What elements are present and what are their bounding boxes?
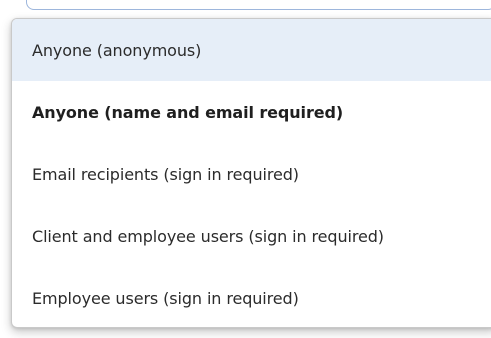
option-anyone-anonymous[interactable]: Anyone (anonymous) (12, 19, 491, 81)
option-client-and-employee-users[interactable]: Client and employee users (sign in requi… (12, 205, 491, 267)
access-dropdown-view: Anyone (anonymous) Anyone (name and emai… (0, 0, 491, 338)
access-options-list: Anyone (anonymous) Anyone (name and emai… (11, 18, 491, 328)
option-employee-users[interactable]: Employee users (sign in required) (12, 267, 491, 327)
option-email-recipients[interactable]: Email recipients (sign in required) (12, 143, 491, 205)
access-select-field[interactable] (26, 0, 491, 10)
option-anyone-name-email-required[interactable]: Anyone (name and email required) (12, 81, 491, 143)
